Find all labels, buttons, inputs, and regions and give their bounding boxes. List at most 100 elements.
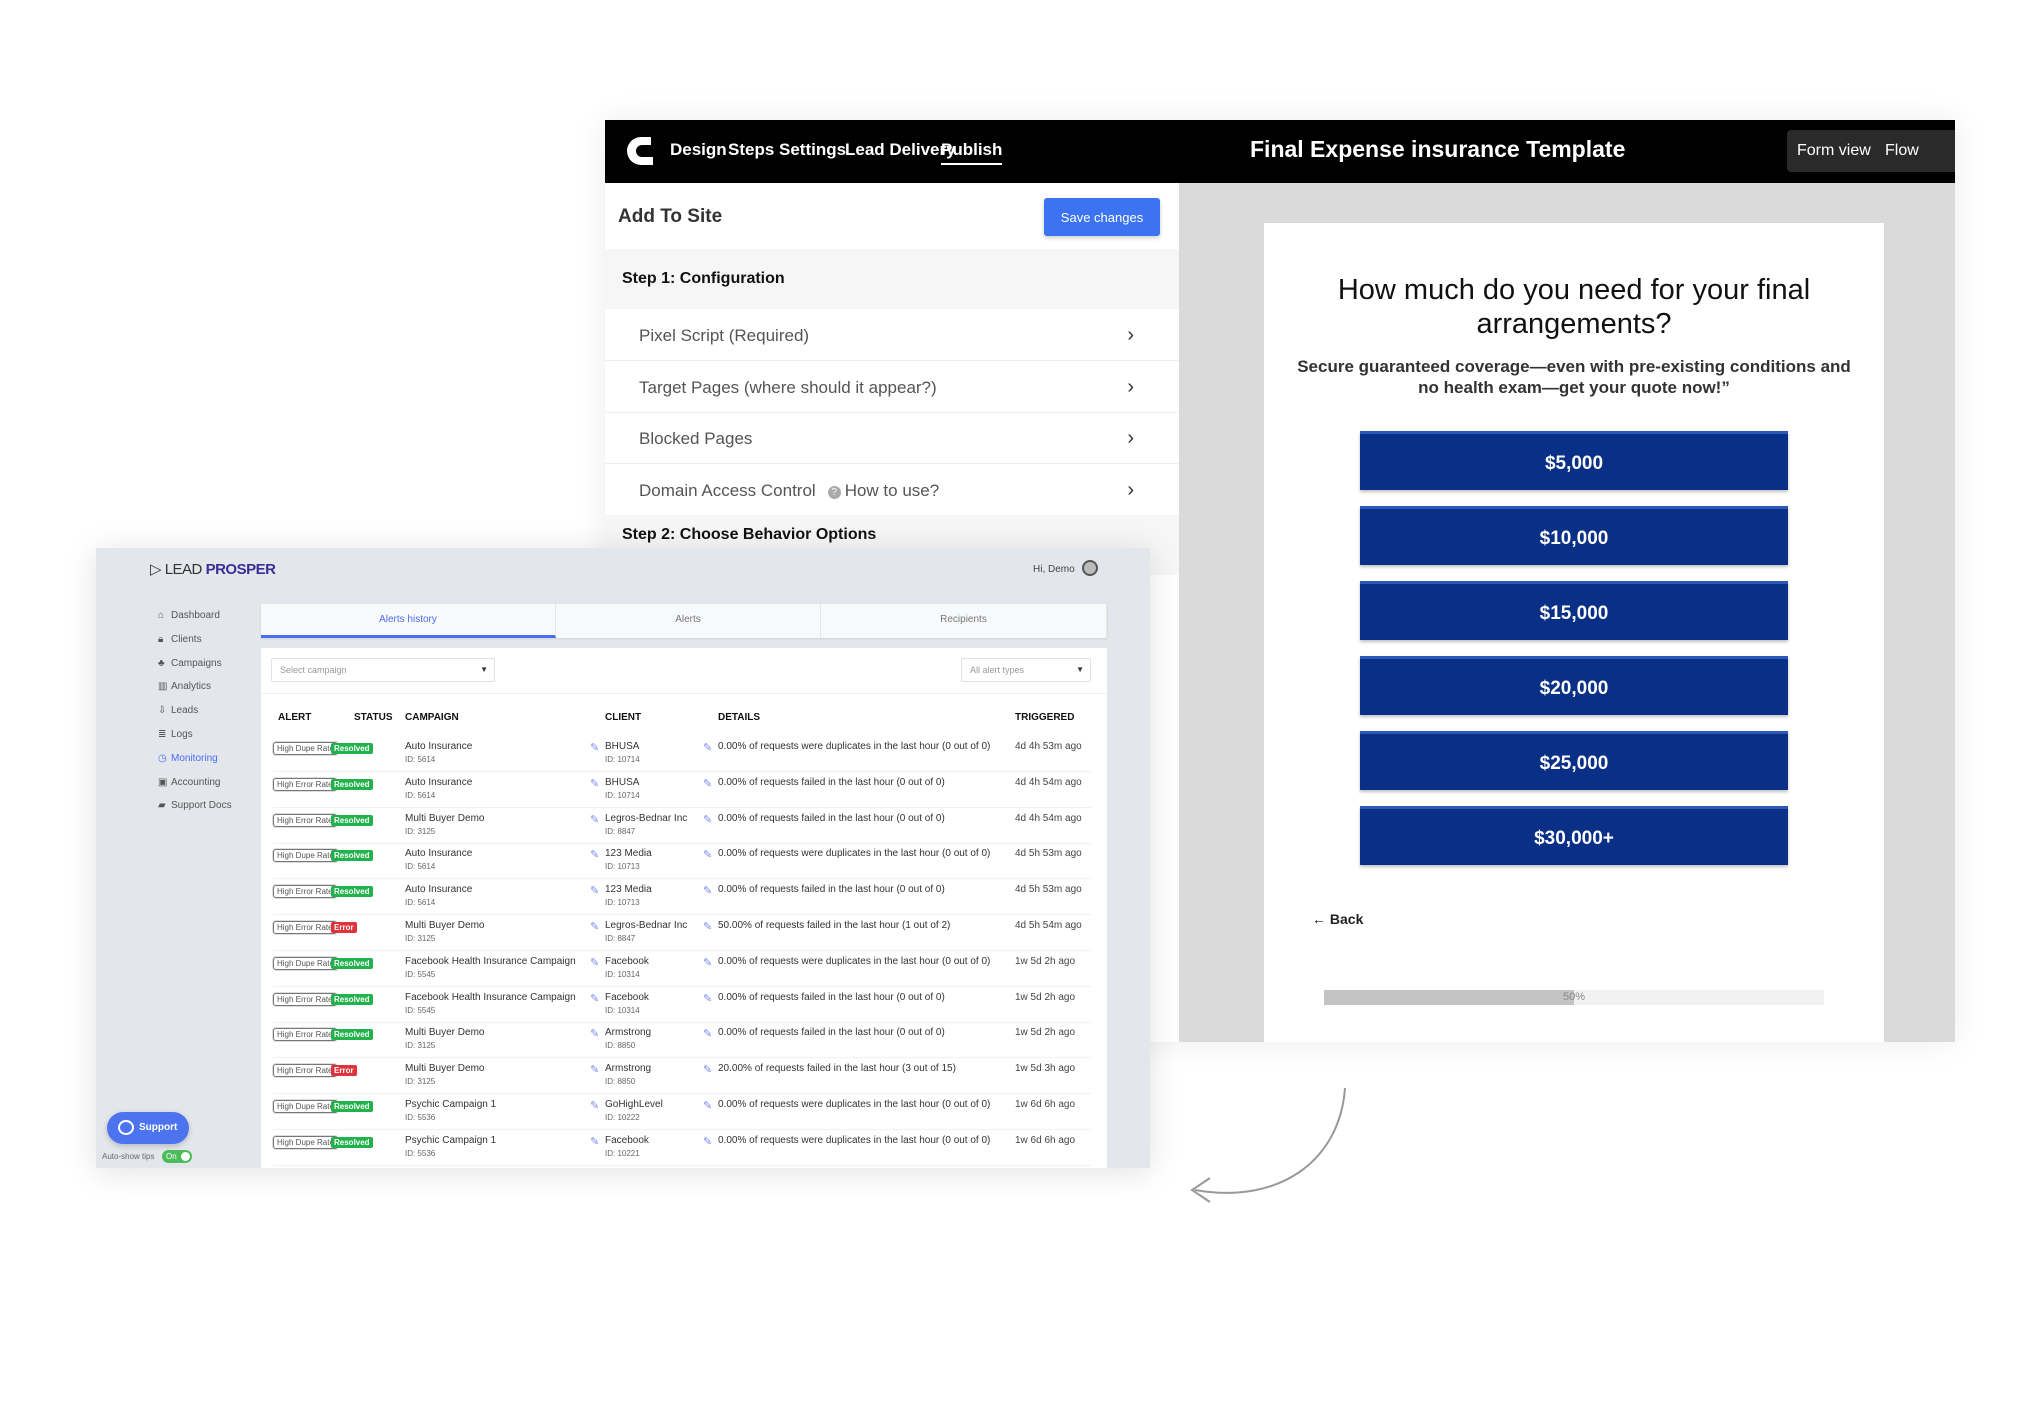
nav-design[interactable]: Design [670, 140, 727, 160]
amount-option[interactable]: $30,000+ [1360, 806, 1788, 865]
sidebar-item-analytics[interactable]: ▥ Analytics [158, 681, 211, 692]
client-cell[interactable]: Armstrong ID: 8850 [605, 1063, 651, 1086]
client-cell[interactable]: BHUSA ID: 10714 [605, 777, 640, 800]
nav-publish[interactable]: Publish [941, 140, 1003, 165]
client-cell[interactable]: Armstrong ID: 8850 [605, 1027, 651, 1050]
sidebar-item-clients[interactable]: 🔒︎ Clients [158, 634, 202, 645]
client-cell[interactable]: GoHighLevel ID: 10222 [605, 1099, 663, 1122]
table-row[interactable]: High Error Rate Resolved Multi Buyer Dem… [273, 1022, 1091, 1059]
amount-option[interactable]: $15,000 [1360, 581, 1788, 640]
amount-option[interactable]: $20,000 [1360, 656, 1788, 715]
edit-pencil-icon[interactable]: ✎ [590, 1063, 599, 1076]
edit-pencil-icon[interactable]: ✎ [590, 741, 599, 754]
edit-pencil-icon[interactable]: ✎ [590, 777, 599, 790]
tab-alerts[interactable]: Alerts [556, 604, 821, 638]
edit-pencil-icon[interactable]: ✎ [590, 884, 599, 897]
edit-pencil-icon[interactable]: ✎ [590, 813, 599, 826]
campaign-cell[interactable]: Auto Insurance ID: 5614 [405, 741, 472, 764]
sidebar-item-support-docs[interactable]: ▰ Support Docs [158, 800, 232, 811]
edit-pencil-icon[interactable]: ✎ [703, 992, 712, 1005]
table-row[interactable]: High Error Rate Error Multi Buyer Demo ID… [273, 915, 1091, 951]
campaign-cell[interactable]: Multi Buyer Demo ID: 3125 [405, 1063, 484, 1086]
config-item[interactable]: Domain Access Control? How to use? › [605, 465, 1179, 516]
config-item[interactable]: Target Pages (where should it appear?) › [605, 362, 1179, 413]
how-to-use-link[interactable]: How to use? [845, 481, 940, 500]
edit-pencil-icon[interactable]: ✎ [703, 777, 712, 790]
edit-pencil-icon[interactable]: ✎ [590, 848, 599, 861]
tab-alerts-history[interactable]: Alerts history [261, 604, 556, 638]
table-row[interactable]: High Dupe Rate Resolved Auto Insurance ID… [273, 843, 1091, 880]
campaign-cell[interactable]: Multi Buyer Demo ID: 3125 [405, 920, 484, 943]
client-cell[interactable]: Facebook ID: 10221 [605, 1135, 649, 1158]
edit-pencil-icon[interactable]: ✎ [590, 1135, 599, 1148]
edit-pencil-icon[interactable]: ✎ [703, 884, 712, 897]
edit-pencil-icon[interactable]: ✎ [703, 813, 712, 826]
sidebar-item-logs[interactable]: ≣ Logs [158, 729, 193, 740]
edit-pencil-icon[interactable]: ✎ [703, 956, 712, 969]
sidebar-item-campaigns[interactable]: ♣ Campaigns [158, 658, 222, 669]
campaign-cell[interactable]: Auto Insurance ID: 5614 [405, 777, 472, 800]
select-campaign-dropdown[interactable]: Select campaign ▼ [271, 658, 495, 682]
client-cell[interactable]: 123 Media ID: 10713 [605, 848, 652, 871]
client-cell[interactable]: BHUSA ID: 10714 [605, 741, 640, 764]
edit-pencil-icon[interactable]: ✎ [703, 1063, 712, 1076]
edit-pencil-icon[interactable]: ✎ [703, 1099, 712, 1112]
column-header-triggered[interactable]: TRIGGERED [1015, 712, 1074, 723]
table-row[interactable]: High Error Rate Resolved Facebook Health… [273, 987, 1091, 1023]
edit-pencil-icon[interactable]: ✎ [703, 1027, 712, 1040]
table-row[interactable]: High Dupe Rate Resolved Auto Insurance ID… [273, 736, 1091, 772]
back-button[interactable]: ← Back [1312, 911, 1363, 927]
amount-option[interactable]: $10,000 [1360, 506, 1788, 565]
edit-pencil-icon[interactable]: ✎ [590, 956, 599, 969]
table-row[interactable]: High Dupe Rate Resolved Psychic Campaign… [273, 1094, 1091, 1130]
nav-lead-delivery[interactable]: Lead Delivery [845, 140, 956, 160]
column-header-status[interactable]: STATUS [354, 712, 393, 723]
campaign-cell[interactable]: Psychic Campaign 1 ID: 5536 [405, 1099, 496, 1122]
column-header-campaign[interactable]: CAMPAIGN [405, 712, 459, 723]
campaign-cell[interactable]: Facebook Health Insurance Campaign ID: 55… [405, 992, 576, 1015]
edit-pencil-icon[interactable]: ✎ [590, 1099, 599, 1112]
table-row[interactable]: High Error Rate Resolved Auto Insurance I… [273, 772, 1091, 808]
nav-steps[interactable]: Steps [728, 140, 774, 160]
client-cell[interactable]: 123 Media ID: 10713 [605, 884, 652, 907]
column-header-client[interactable]: CLIENT [605, 712, 641, 723]
edit-pencil-icon[interactable]: ✎ [590, 920, 599, 933]
amount-option[interactable]: $25,000 [1360, 731, 1788, 790]
support-button[interactable]: Support [107, 1112, 189, 1144]
edit-pencil-icon[interactable]: ✎ [590, 992, 599, 1005]
config-item[interactable]: Pixel Script (Required) › [605, 310, 1179, 361]
column-header-alert[interactable]: ALERT [278, 712, 311, 723]
table-row[interactable]: High Error Rate Resolved Auto Insurance I… [273, 879, 1091, 916]
table-row[interactable]: High Error Rate Error Multi Buyer Demo ID… [273, 1058, 1091, 1095]
sidebar-item-dashboard[interactable]: ⌂ Dashboard [158, 610, 220, 621]
table-row[interactable]: High Error Rate Resolved Multi Buyer Dem… [273, 808, 1091, 844]
sidebar-item-accounting[interactable]: ▣ Accounting [158, 777, 220, 788]
nav-settings[interactable]: Settings [779, 140, 846, 160]
campaign-cell[interactable]: Multi Buyer Demo ID: 3125 [405, 1027, 484, 1050]
client-cell[interactable]: Legros-Bednar Inc ID: 8847 [605, 920, 687, 943]
edit-pencil-icon[interactable]: ✎ [703, 848, 712, 861]
alert-types-dropdown[interactable]: All alert types ▼ [961, 658, 1091, 682]
campaign-cell[interactable]: Auto Insurance ID: 5614 [405, 884, 472, 907]
edit-pencil-icon[interactable]: ✎ [703, 1135, 712, 1148]
edit-pencil-icon[interactable]: ✎ [703, 741, 712, 754]
avatar[interactable] [1082, 560, 1098, 576]
config-item[interactable]: Blocked Pages › [605, 413, 1179, 464]
table-row[interactable]: High Dupe Rate Resolved Facebook Health … [273, 951, 1091, 987]
campaign-cell[interactable]: Facebook Health Insurance Campaign ID: 55… [405, 956, 576, 979]
client-cell[interactable]: Facebook ID: 10314 [605, 956, 649, 979]
sidebar-item-monitoring[interactable]: ◷ Monitoring [158, 753, 218, 764]
campaign-cell[interactable]: Auto Insurance ID: 5614 [405, 848, 472, 871]
client-cell[interactable]: Legros-Bednar Inc ID: 8847 [605, 813, 687, 836]
campaign-cell[interactable]: Multi Buyer Demo ID: 3125 [405, 813, 484, 836]
tab-recipients[interactable]: Recipients [821, 604, 1107, 638]
auto-show-tips-toggle[interactable]: On [162, 1150, 192, 1163]
edit-pencil-icon[interactable]: ✎ [703, 920, 712, 933]
edit-pencil-icon[interactable]: ✎ [590, 1027, 599, 1040]
flow-view-button[interactable]: Flow view [1875, 130, 1955, 172]
form-view-button[interactable]: Form view [1787, 130, 1881, 172]
table-row[interactable]: High Dupe Rate Resolved Psychic Campaign… [273, 1130, 1091, 1166]
amount-option[interactable]: $5,000 [1360, 431, 1788, 490]
campaign-cell[interactable]: Psychic Campaign 1 ID: 5536 [405, 1135, 496, 1158]
client-cell[interactable]: Facebook ID: 10314 [605, 992, 649, 1015]
